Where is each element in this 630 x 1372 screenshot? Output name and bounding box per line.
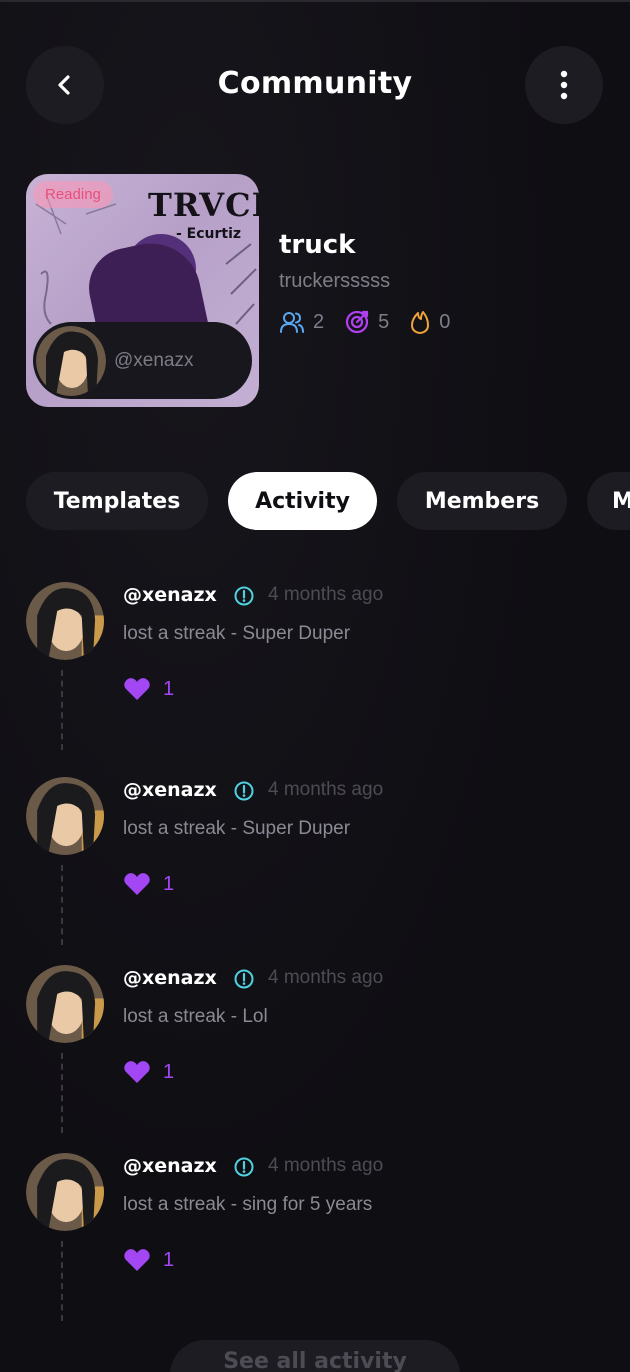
cover-art-title: TRVCK <box>148 186 259 224</box>
info-icon[interactable] <box>233 968 255 990</box>
activity-text: lost a streak - sing for 5 years <box>123 1194 373 1215</box>
like-count: 1 <box>163 677 175 700</box>
tab-activity[interactable]: Activity <box>228 472 377 530</box>
avatar-image <box>26 1153 104 1231</box>
thread-line <box>61 1241 63 1321</box>
more-options-button[interactable] <box>525 46 603 124</box>
community-stats: 2 5 0 <box>279 308 470 336</box>
header: Community <box>0 46 630 124</box>
owner-handle: @xenazx <box>114 349 194 371</box>
heart-icon <box>124 873 150 895</box>
community-cover-image[interactable]: TRVCK - Ecurtiz Reading @xenazx <box>26 174 259 407</box>
flame-icon <box>411 311 430 334</box>
tab-templates[interactable]: Templates <box>26 472 208 530</box>
streak-stat: 0 <box>409 309 450 335</box>
avatar-image <box>26 777 104 855</box>
cover-art-subtitle: - Ecurtiz <box>176 226 242 242</box>
top-border <box>0 0 630 2</box>
avatar-image <box>26 582 104 660</box>
like-count: 1 <box>163 872 175 895</box>
info-icon[interactable] <box>233 585 255 607</box>
activity-text: lost a streak - Lol <box>123 1006 268 1027</box>
members-stat: 2 <box>279 310 324 334</box>
heart-icon <box>124 1249 150 1271</box>
tab-bar: Templates Activity Members M <box>26 472 630 530</box>
activity-timestamp: 4 months ago <box>268 967 384 988</box>
community-name: truck <box>279 230 356 260</box>
thread-line <box>61 670 63 750</box>
activity-text: lost a streak - Super Duper <box>123 623 351 644</box>
target-stat: 5 <box>344 309 389 335</box>
activity-timestamp: 4 months ago <box>268 584 384 605</box>
target-icon <box>346 310 369 334</box>
activity-text: lost a streak - Super Duper <box>123 818 351 839</box>
like-count: 1 <box>163 1060 175 1083</box>
owner-pill[interactable]: @xenazx <box>33 322 252 399</box>
like-count: 1 <box>163 1248 175 1271</box>
activity-username[interactable]: @xenazx <box>123 1155 217 1177</box>
streak-count: 0 <box>439 310 451 333</box>
see-all-activity-button[interactable]: See all activity <box>170 1340 460 1372</box>
community-subtitle: truckersssss <box>279 270 391 292</box>
like-button[interactable]: 1 <box>123 1247 174 1273</box>
target-count: 5 <box>378 310 390 333</box>
tab-members[interactable]: Members <box>397 472 567 530</box>
reading-badge: Reading <box>33 181 113 208</box>
avatar[interactable] <box>26 965 104 1043</box>
avatar <box>36 325 106 396</box>
info-icon[interactable] <box>233 1156 255 1178</box>
activity-username[interactable]: @xenazx <box>123 584 217 606</box>
avatar[interactable] <box>26 1153 104 1231</box>
avatar[interactable] <box>26 777 104 855</box>
like-button[interactable]: 1 <box>123 676 174 702</box>
activity-username[interactable]: @xenazx <box>123 779 217 801</box>
thread-line <box>61 1053 63 1133</box>
info-icon[interactable] <box>233 780 255 802</box>
activity-timestamp: 4 months ago <box>268 779 384 800</box>
activity-timestamp: 4 months ago <box>268 1155 384 1176</box>
avatar-image <box>26 965 104 1043</box>
avatar[interactable] <box>26 582 104 660</box>
activity-username[interactable]: @xenazx <box>123 967 217 989</box>
heart-icon <box>124 678 150 700</box>
like-button[interactable]: 1 <box>123 1059 174 1085</box>
members-count: 2 <box>313 310 325 333</box>
more-vertical-icon <box>560 70 568 100</box>
tab-more[interactable]: M <box>587 472 630 530</box>
members-icon <box>280 312 304 333</box>
like-button[interactable]: 1 <box>123 871 174 897</box>
thread-line <box>61 865 63 945</box>
heart-icon <box>124 1061 150 1083</box>
